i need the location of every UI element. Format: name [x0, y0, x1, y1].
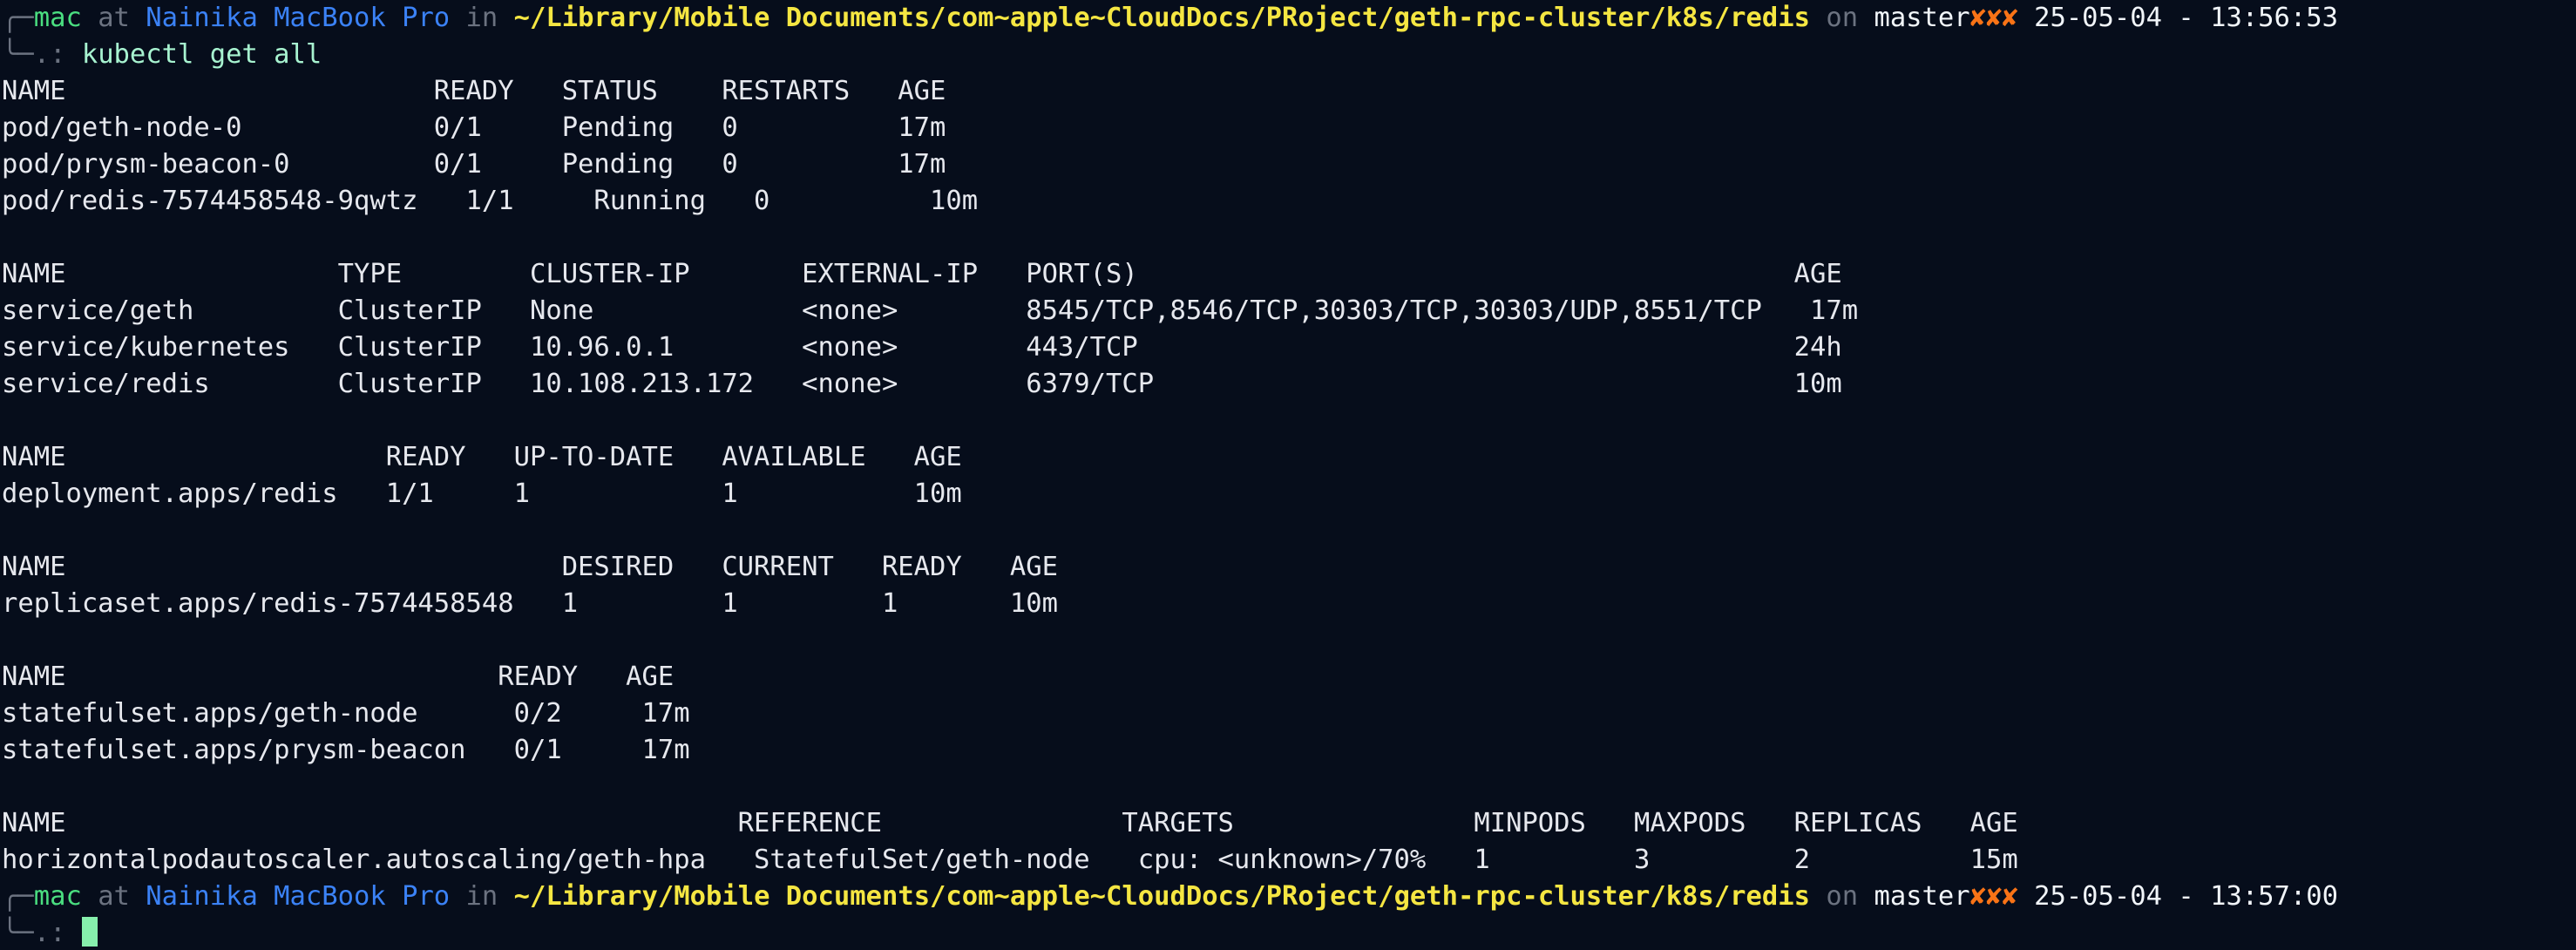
prompt-at: at — [81, 881, 146, 912]
output-line: replicaset.apps/redis-7574458548 1 1 1 1… — [2, 588, 1058, 619]
terminal-window[interactable]: ╭─mac at Nainika MacBook Pro in ~/Librar… — [0, 0, 2576, 950]
output-line: NAME READY AGE — [2, 662, 675, 692]
prompt-on: on — [1810, 3, 1874, 33]
output-line: NAME DESIRED CURRENT READY AGE — [2, 552, 1058, 582]
git-dirty-icon: ✘✘✘ — [1969, 881, 2018, 912]
prompt-host: Nainika MacBook Pro — [146, 881, 451, 912]
prompt-time: 25-05-04 - 13:56:53 — [2017, 3, 2338, 33]
prompt-branch: master — [1874, 881, 1970, 912]
output-line: pod/prysm-beacon-0 0/1 Pending 0 17m — [2, 149, 946, 180]
output-line: service/kubernetes ClusterIP 10.96.0.1 <… — [2, 332, 1842, 363]
output-line: statefulset.apps/prysm-beacon 0/1 17m — [2, 735, 690, 765]
command-input-line[interactable]: ╰─.: — [2, 915, 2576, 950]
text-cursor — [81, 917, 98, 947]
command-line: ╰─.: kubectl get all — [2, 37, 2576, 73]
prompt-in: in — [450, 3, 514, 33]
prompt-user: mac — [33, 3, 82, 33]
output-line: NAME REFERENCE TARGETS MINPODS MAXPODS R… — [2, 808, 2018, 838]
prompt-host: Nainika MacBook Pro — [146, 3, 451, 33]
output-line: horizontalpodautoscaler.autoscaling/geth… — [2, 845, 2018, 875]
prompt-in: in — [450, 881, 514, 912]
output-line: service/geth ClusterIP None <none> 8545/… — [2, 295, 1859, 326]
prompt-symbol: .: — [33, 39, 66, 70]
prompt-tail: ╰─ — [2, 39, 34, 70]
prompt-branch: master — [1874, 3, 1970, 33]
prompt-corner: ╭─ — [2, 881, 34, 912]
prompt-corner: ╭─ — [2, 3, 34, 33]
output-line: pod/redis-7574458548-9qwtz 1/1 Running 0… — [2, 186, 979, 216]
output-line: NAME TYPE CLUSTER-IP EXTERNAL-IP PORT(S)… — [2, 259, 1842, 289]
prompt-line: ╭─mac at Nainika MacBook Pro in ~/Librar… — [2, 879, 2576, 915]
output-line: statefulset.apps/geth-node 0/2 17m — [2, 698, 690, 729]
prompt-time: 25-05-04 - 13:57:00 — [2017, 881, 2338, 912]
prompt-at: at — [81, 3, 146, 33]
prompt-on: on — [1810, 881, 1874, 912]
prompt-path: ~/Library/Mobile Documents/com~apple~Clo… — [513, 881, 1810, 912]
git-dirty-icon: ✘✘✘ — [1969, 3, 2018, 33]
output-line: deployment.apps/redis 1/1 1 1 10m — [2, 478, 962, 509]
prompt-path: ~/Library/Mobile Documents/com~apple~Clo… — [513, 3, 1810, 33]
prompt-line: ╭─mac at Nainika MacBook Pro in ~/Librar… — [2, 0, 2576, 37]
output-line: NAME READY UP-TO-DATE AVAILABLE AGE — [2, 442, 962, 472]
command-input[interactable] — [65, 918, 81, 948]
prompt-user: mac — [33, 881, 82, 912]
output-line: pod/geth-node-0 0/1 Pending 0 17m — [2, 112, 946, 143]
output-line: service/redis ClusterIP 10.108.213.172 <… — [2, 369, 1842, 399]
prompt-symbol: .: — [33, 918, 66, 948]
prompt-tail: ╰─ — [2, 918, 34, 948]
command-text: kubectl get all — [65, 39, 322, 70]
output-line: NAME READY STATUS RESTARTS AGE — [2, 76, 946, 106]
